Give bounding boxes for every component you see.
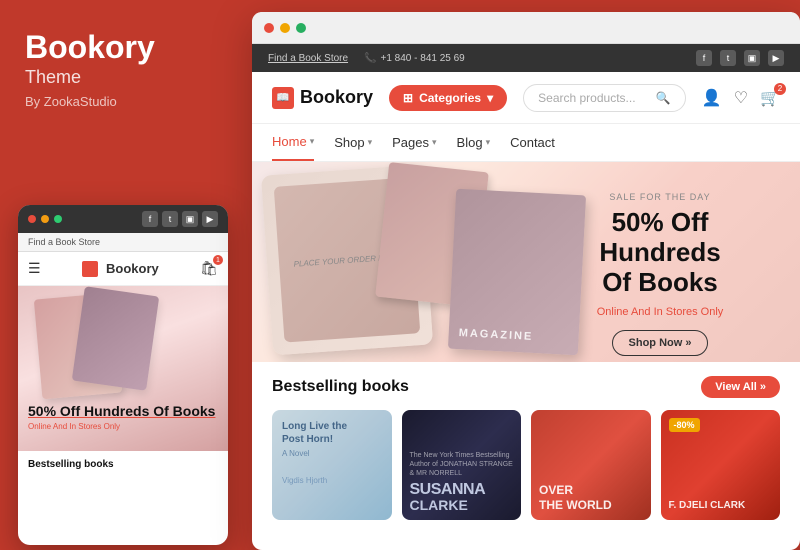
books-grid: Long Live thePost Horn! A Novel Vigdis H… [272, 410, 780, 520]
mobile-cart-button[interactable]: 🛍 1 [200, 260, 218, 277]
section-header: Bestselling books View All » [272, 376, 780, 398]
categories-grid-icon: ⊞ [403, 91, 413, 105]
search-placeholder-text: Search products... [538, 91, 635, 105]
book-card-1-content: The New York Times Bestselling Author of… [402, 410, 522, 520]
brand-by: By ZookaStudio [25, 94, 220, 109]
youtube-icon[interactable]: ▶ [768, 50, 784, 66]
mobile-yt-icon: ▶ [202, 211, 218, 227]
categories-button[interactable]: ⊞ Categories ▾ [389, 85, 507, 111]
mobile-book-2 [72, 286, 159, 391]
cart-badge: 2 [774, 83, 786, 95]
shop-chevron-icon: ▾ [368, 137, 373, 148]
hero-subtitle: Online And In Stores Only [550, 306, 770, 318]
mobile-hero-title: 50% Off Hundreds Of Books [28, 403, 218, 420]
mobile-cart-badge: 1 [213, 255, 223, 265]
site-header: 📖 Bookory ⊞ Categories ▾ Search products… [252, 72, 800, 124]
nav-item-blog[interactable]: Blog ▾ [457, 125, 491, 160]
nav-item-shop[interactable]: Shop ▾ [334, 125, 372, 160]
mobile-logo-icon [82, 261, 98, 277]
mobile-hero: 50% Off Hundreds Of Books Online And In … [18, 286, 228, 451]
book-0-subtitle: A Novel [282, 449, 382, 458]
brand-subtitle: Theme [25, 67, 220, 88]
site-logo: 📖 Bookory [272, 87, 373, 109]
nav-item-contact[interactable]: Contact [510, 125, 555, 160]
chrome-maximize-dot[interactable] [296, 23, 306, 33]
book-card-1[interactable]: The New York Times Bestselling Author of… [402, 410, 522, 520]
facebook-icon[interactable]: f [696, 50, 712, 66]
cart-icon[interactable]: 🛒 2 [760, 88, 780, 108]
site-topbar: Find a Book Store 📞 +1 840 - 841 25 69 f… [252, 44, 800, 72]
hero-magazine-label: MAGAZINE [458, 327, 533, 343]
mobile-fb-icon: f [142, 211, 158, 227]
phone-number: 📞 +1 840 - 841 25 69 [364, 53, 465, 64]
mobile-bestselling-section: Bestselling books [18, 451, 228, 470]
home-chevron-icon: ▾ [310, 136, 315, 147]
book-2-title: OVERTHE WORLD [539, 483, 612, 512]
book-card-2[interactable]: OVERTHE WORLD [531, 410, 651, 520]
chrome-minimize-dot[interactable] [280, 23, 290, 33]
site-hero: PLACE YOUR ORDER HERE MAGAZINE SALE FOR … [252, 162, 800, 362]
mobile-dot-red [28, 215, 36, 223]
pages-chevron-icon: ▾ [432, 137, 437, 148]
header-icons: 👤 ♡ 🛒 2 [702, 88, 780, 108]
categories-chevron-icon: ▾ [487, 91, 493, 105]
mobile-topbar: f t ▣ ▶ [18, 205, 228, 233]
left-panel: Bookory Theme By ZookaStudio f t ▣ ▶ Fin… [0, 0, 245, 550]
book-0-author: Vigdis Hjorth [282, 476, 382, 485]
phone-icon: 📞 [364, 53, 376, 64]
mobile-logo: Bookory [82, 261, 159, 277]
mobile-nav: ☰ Bookory 🛍 1 [18, 252, 228, 286]
mobile-dot-green [54, 215, 62, 223]
mobile-header-bar: Find a Book Store [18, 233, 228, 252]
twitter-icon[interactable]: t [720, 50, 736, 66]
mobile-bestselling-title: Bestselling books [28, 459, 218, 470]
user-icon[interactable]: 👤 [702, 88, 722, 108]
book-0-title: Long Live thePost Horn! [282, 420, 382, 446]
search-bar[interactable]: Search products... 🔍 [523, 84, 686, 112]
site-nav: Home ▾ Shop ▾ Pages ▾ Blog ▾ Contact [252, 124, 800, 162]
bestselling-section: Bestselling books View All » Long Live t… [252, 362, 800, 520]
hero-title: 50% Off Hundreds Of Books [550, 208, 770, 298]
brand-title: Bookory [25, 30, 220, 65]
book-card-2-content: OVERTHE WORLD [531, 410, 651, 426]
browser-chrome [252, 12, 800, 44]
site-logo-text: Bookory [300, 87, 373, 108]
mobile-dot-yellow [41, 215, 49, 223]
book-3-discount-badge: -80% [669, 418, 700, 432]
book-card-3[interactable]: -80% F. DJELI CLARK [661, 410, 781, 520]
blog-chevron-icon: ▾ [486, 137, 491, 148]
instagram-icon[interactable]: ▣ [744, 50, 760, 66]
book-1-name: SUSANNA [410, 482, 514, 498]
book-1-surname: CLARKE [410, 498, 514, 512]
search-icon[interactable]: 🔍 [656, 91, 671, 105]
logo-icon: 📖 [272, 87, 294, 109]
categories-label: Categories [419, 91, 481, 105]
mobile-hero-subtitle: Online And In Stores Only [28, 422, 218, 431]
book-3-title: F. DJELI CLARK [669, 500, 746, 512]
mobile-topbar-link[interactable]: Find a Book Store [28, 237, 100, 247]
wishlist-icon[interactable]: ♡ [734, 88, 748, 108]
nav-item-home[interactable]: Home ▾ [272, 124, 314, 161]
book-1-byline: The New York Times Bestselling Author of… [410, 451, 514, 478]
chrome-close-dot[interactable] [264, 23, 274, 33]
view-all-button[interactable]: View All » [701, 376, 780, 398]
mobile-topbar-right: f t ▣ ▶ [142, 211, 218, 227]
hero-sale-tag: SALE FOR THE DAY [550, 192, 770, 202]
browser-window: Find a Book Store 📞 +1 840 - 841 25 69 f… [252, 12, 800, 550]
book-card-0[interactable]: Long Live thePost Horn! A Novel Vigdis H… [272, 410, 392, 520]
mobile-tw-icon: t [162, 211, 178, 227]
topbar-social-icons: f t ▣ ▶ [696, 50, 784, 66]
mobile-logo-text: Bookory [106, 261, 159, 276]
nav-item-pages[interactable]: Pages ▾ [392, 125, 436, 160]
mobile-ig-icon: ▣ [182, 211, 198, 227]
mobile-hero-text: 50% Off Hundreds Of Books Online And In … [28, 403, 218, 431]
book-card-0-content: Long Live thePost Horn! A Novel Vigdis H… [272, 410, 392, 495]
hero-content: SALE FOR THE DAY 50% Off Hundreds Of Boo… [550, 192, 770, 356]
find-store-link[interactable]: Find a Book Store [268, 53, 348, 64]
shop-now-button[interactable]: Shop Now » [612, 330, 709, 356]
mobile-menu-icon[interactable]: ☰ [28, 260, 41, 277]
mobile-preview: f t ▣ ▶ Find a Book Store ☰ Bookory 🛍 1 [18, 205, 228, 545]
section-title: Bestselling books [272, 378, 409, 396]
